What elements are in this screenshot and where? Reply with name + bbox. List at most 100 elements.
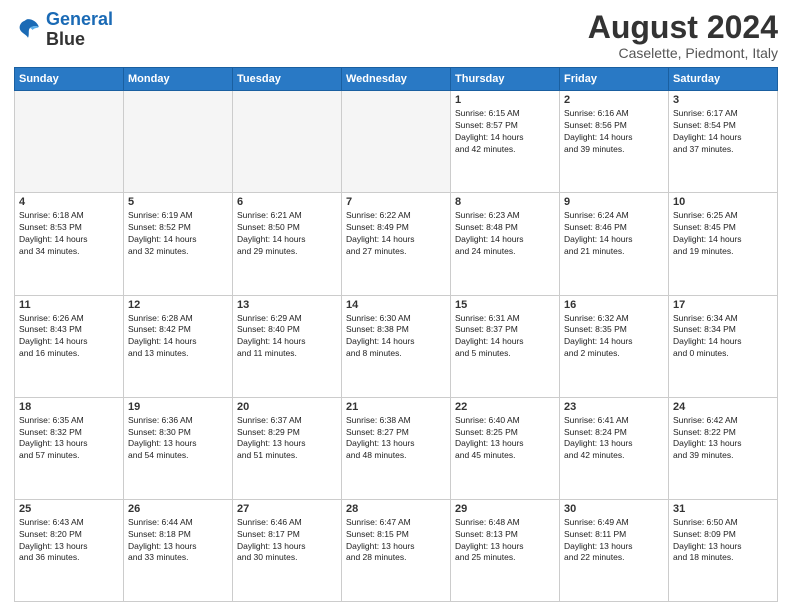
calendar-cell: 21 Sunrise: 6:38 AM Sunset: 8:27 PM Dayli… — [342, 397, 451, 499]
calendar-cell: 5 Sunrise: 6:19 AM Sunset: 8:52 PM Daylig… — [124, 193, 233, 295]
calendar-cell: 15 Sunrise: 6:31 AM Sunset: 8:37 PM Dayli… — [451, 295, 560, 397]
day-info: Sunrise: 6:48 AM Sunset: 8:13 PM Dayligh… — [455, 517, 555, 565]
day-number: 30 — [564, 503, 664, 515]
title-block: August 2024 Caselette, Piedmont, Italy — [588, 10, 778, 61]
calendar-cell: 24 Sunrise: 6:42 AM Sunset: 8:22 PM Dayli… — [669, 397, 778, 499]
day-info: Sunrise: 6:49 AM Sunset: 8:11 PM Dayligh… — [564, 517, 664, 565]
day-number: 1 — [455, 94, 555, 106]
calendar-cell: 3 Sunrise: 6:17 AM Sunset: 8:54 PM Daylig… — [669, 91, 778, 193]
day-info: Sunrise: 6:50 AM Sunset: 8:09 PM Dayligh… — [673, 517, 773, 565]
logo: General Blue — [14, 10, 113, 50]
calendar-cell — [15, 91, 124, 193]
weekday-header-saturday: Saturday — [669, 68, 778, 91]
day-info: Sunrise: 6:32 AM Sunset: 8:35 PM Dayligh… — [564, 313, 664, 361]
day-number: 27 — [237, 503, 337, 515]
calendar-cell: 13 Sunrise: 6:29 AM Sunset: 8:40 PM Dayli… — [233, 295, 342, 397]
day-info: Sunrise: 6:25 AM Sunset: 8:45 PM Dayligh… — [673, 210, 773, 258]
day-info: Sunrise: 6:21 AM Sunset: 8:50 PM Dayligh… — [237, 210, 337, 258]
calendar-cell: 19Sunrise: 6:36 AM Sunset: 8:30 PM Dayli… — [124, 397, 233, 499]
day-number: 7 — [346, 196, 446, 208]
calendar-cell: 28 Sunrise: 6:47 AM Sunset: 8:15 PM Dayli… — [342, 499, 451, 601]
calendar-cell: 30 Sunrise: 6:49 AM Sunset: 8:11 PM Dayli… — [560, 499, 669, 601]
calendar-week-2: 4 Sunrise: 6:18 AM Sunset: 8:53 PM Daylig… — [15, 193, 778, 295]
calendar-cell: 17 Sunrise: 6:34 AM Sunset: 8:34 PM Dayli… — [669, 295, 778, 397]
day-info: Sunrise: 6:16 AM Sunset: 8:56 PM Dayligh… — [564, 108, 664, 156]
calendar-cell: 8Sunrise: 6:23 AM Sunset: 8:48 PM Daylig… — [451, 193, 560, 295]
weekday-header-tuesday: Tuesday — [233, 68, 342, 91]
day-info: Sunrise: 6:42 AM Sunset: 8:22 PM Dayligh… — [673, 415, 773, 463]
day-number: 20 — [237, 401, 337, 413]
day-number: 4 — [19, 196, 119, 208]
calendar-cell: 9 Sunrise: 6:24 AM Sunset: 8:46 PM Daylig… — [560, 193, 669, 295]
day-info: Sunrise: 6:22 AM Sunset: 8:49 PM Dayligh… — [346, 210, 446, 258]
day-number: 5 — [128, 196, 228, 208]
calendar-cell: 25Sunrise: 6:43 AM Sunset: 8:20 PM Dayli… — [15, 499, 124, 601]
calendar-cell: 16 Sunrise: 6:32 AM Sunset: 8:35 PM Dayli… — [560, 295, 669, 397]
month-year: August 2024 — [588, 10, 778, 45]
day-number: 29 — [455, 503, 555, 515]
logo-text: General Blue — [46, 10, 113, 50]
day-info: Sunrise: 6:18 AM Sunset: 8:53 PM Dayligh… — [19, 210, 119, 258]
day-info: Sunrise: 6:46 AM Sunset: 8:17 PM Dayligh… — [237, 517, 337, 565]
day-info: Sunrise: 6:34 AM Sunset: 8:34 PM Dayligh… — [673, 313, 773, 361]
day-info: Sunrise: 6:30 AM Sunset: 8:38 PM Dayligh… — [346, 313, 446, 361]
calendar-cell: 6 Sunrise: 6:21 AM Sunset: 8:50 PM Daylig… — [233, 193, 342, 295]
header: General Blue August 2024 Caselette, Pied… — [14, 10, 778, 61]
weekday-header-friday: Friday — [560, 68, 669, 91]
day-number: 15 — [455, 299, 555, 311]
day-info: Sunrise: 6:41 AM Sunset: 8:24 PM Dayligh… — [564, 415, 664, 463]
day-number: 16 — [564, 299, 664, 311]
day-number: 18 — [19, 401, 119, 413]
calendar-cell: 2 Sunrise: 6:16 AM Sunset: 8:56 PM Daylig… — [560, 91, 669, 193]
calendar-cell — [124, 91, 233, 193]
day-number: 3 — [673, 94, 773, 106]
calendar-cell — [233, 91, 342, 193]
day-number: 11 — [19, 299, 119, 311]
weekday-header-monday: Monday — [124, 68, 233, 91]
day-number: 21 — [346, 401, 446, 413]
calendar-cell: 23 Sunrise: 6:41 AM Sunset: 8:24 PM Dayli… — [560, 397, 669, 499]
day-number: 12 — [128, 299, 228, 311]
day-info: Sunrise: 6:19 AM Sunset: 8:52 PM Dayligh… — [128, 210, 228, 258]
day-number: 23 — [564, 401, 664, 413]
day-info: Sunrise: 6:29 AM Sunset: 8:40 PM Dayligh… — [237, 313, 337, 361]
weekday-header-wednesday: Wednesday — [342, 68, 451, 91]
day-number: 2 — [564, 94, 664, 106]
day-number: 17 — [673, 299, 773, 311]
day-info: Sunrise: 6:24 AM Sunset: 8:46 PM Dayligh… — [564, 210, 664, 258]
day-info: Sunrise: 6:47 AM Sunset: 8:15 PM Dayligh… — [346, 517, 446, 565]
calendar-cell: 20Sunrise: 6:37 AM Sunset: 8:29 PM Dayli… — [233, 397, 342, 499]
calendar-cell: 31Sunrise: 6:50 AM Sunset: 8:09 PM Dayli… — [669, 499, 778, 601]
calendar-cell: 14Sunrise: 6:30 AM Sunset: 8:38 PM Dayli… — [342, 295, 451, 397]
calendar-cell: 7 Sunrise: 6:22 AM Sunset: 8:49 PM Daylig… — [342, 193, 451, 295]
weekday-header-row: SundayMondayTuesdayWednesdayThursdayFrid… — [15, 68, 778, 91]
day-info: Sunrise: 6:35 AM Sunset: 8:32 PM Dayligh… — [19, 415, 119, 463]
calendar-week-1: 1Sunrise: 6:15 AM Sunset: 8:57 PM Daylig… — [15, 91, 778, 193]
calendar-cell: 22 Sunrise: 6:40 AM Sunset: 8:25 PM Dayli… — [451, 397, 560, 499]
day-number: 6 — [237, 196, 337, 208]
day-info: Sunrise: 6:26 AM Sunset: 8:43 PM Dayligh… — [19, 313, 119, 361]
day-number: 13 — [237, 299, 337, 311]
calendar-cell: 18 Sunrise: 6:35 AM Sunset: 8:32 PM Dayli… — [15, 397, 124, 499]
logo-line2: Blue — [46, 30, 113, 50]
day-number: 19 — [128, 401, 228, 413]
location: Caselette, Piedmont, Italy — [588, 45, 778, 61]
day-number: 10 — [673, 196, 773, 208]
day-number: 26 — [128, 503, 228, 515]
calendar-cell: 4 Sunrise: 6:18 AM Sunset: 8:53 PM Daylig… — [15, 193, 124, 295]
day-number: 8 — [455, 196, 555, 208]
day-number: 22 — [455, 401, 555, 413]
weekday-header-sunday: Sunday — [15, 68, 124, 91]
day-info: Sunrise: 6:17 AM Sunset: 8:54 PM Dayligh… — [673, 108, 773, 156]
day-info: Sunrise: 6:44 AM Sunset: 8:18 PM Dayligh… — [128, 517, 228, 565]
day-number: 28 — [346, 503, 446, 515]
calendar-cell: 11 Sunrise: 6:26 AM Sunset: 8:43 PM Dayli… — [15, 295, 124, 397]
day-info: Sunrise: 6:31 AM Sunset: 8:37 PM Dayligh… — [455, 313, 555, 361]
day-info: Sunrise: 6:38 AM Sunset: 8:27 PM Dayligh… — [346, 415, 446, 463]
day-info: Sunrise: 6:40 AM Sunset: 8:25 PM Dayligh… — [455, 415, 555, 463]
calendar-cell: 27 Sunrise: 6:46 AM Sunset: 8:17 PM Dayli… — [233, 499, 342, 601]
day-number: 24 — [673, 401, 773, 413]
day-info: Sunrise: 6:43 AM Sunset: 8:20 PM Dayligh… — [19, 517, 119, 565]
calendar-week-3: 11 Sunrise: 6:26 AM Sunset: 8:43 PM Dayli… — [15, 295, 778, 397]
day-number: 9 — [564, 196, 664, 208]
